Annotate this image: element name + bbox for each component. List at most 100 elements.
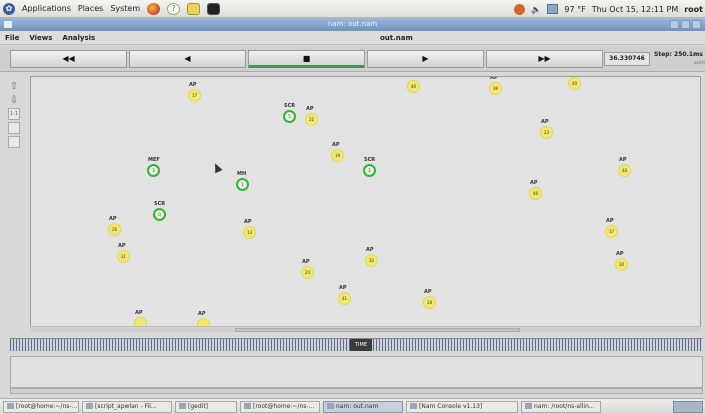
text-editor-icon[interactable] xyxy=(187,2,201,15)
step-label: Step: 250.1ms xyxy=(654,51,703,58)
fast-forward-button[interactable]: ▶▶ xyxy=(486,50,603,68)
access-point-node[interactable]: 28 xyxy=(423,296,436,309)
taskbar-item-label: [root@home:~/ns-... xyxy=(16,402,78,410)
menu-views[interactable]: Views xyxy=(24,34,57,42)
volume-icon[interactable]: 🔈 xyxy=(531,5,541,14)
taskbar-item[interactable]: [script_apwlan - Fil... xyxy=(82,400,172,413)
help-icon[interactable]: ? xyxy=(167,2,181,15)
timeline-slider[interactable]: TIME xyxy=(10,338,703,351)
access-point-node[interactable]: 26 xyxy=(108,223,121,236)
access-point-node[interactable]: 40 xyxy=(407,80,420,93)
mobile-node[interactable]: 5 xyxy=(283,110,296,123)
taskbar: [root@home:~/ns-... [script_apwlan - Fil.… xyxy=(0,398,705,414)
taskbar-item-label: [script_apwlan - Fil... xyxy=(95,402,157,410)
firefox-icon[interactable] xyxy=(147,2,161,15)
window-menu-icon[interactable] xyxy=(4,21,12,28)
node-label: AP xyxy=(306,106,314,112)
minimize-icon[interactable] xyxy=(670,20,679,29)
access-point-node[interactable]: 32 xyxy=(365,254,378,267)
node-label: AP xyxy=(616,251,624,257)
taskbar-item-label: [root@home:~/ns-... xyxy=(253,402,315,410)
stop-button[interactable]: ■ xyxy=(248,50,365,68)
access-point-node[interactable]: 48 xyxy=(618,164,631,177)
workspace-switcher[interactable] xyxy=(673,401,703,413)
mobile-node[interactable]: 3 xyxy=(147,164,160,177)
mobile-node[interactable]: 2 xyxy=(363,164,376,177)
window-title-bar[interactable]: nam: out.nam xyxy=(0,18,705,31)
zoom-out-icon[interactable]: ⇩ xyxy=(8,94,20,106)
taskbar-item[interactable]: [root@home:~/ns-... xyxy=(3,400,79,413)
taskbar-item[interactable]: nam: out.nam xyxy=(323,400,403,413)
access-point-node[interactable]: 24 xyxy=(301,266,314,279)
rewind-button[interactable]: ◀◀ xyxy=(10,50,127,68)
node-label: AP xyxy=(109,216,117,222)
zoom-tools: ⇧ ⇩ 1:1 xyxy=(8,80,22,150)
node-label: MH xyxy=(237,171,247,177)
node-label: AP xyxy=(339,285,347,291)
network-canvas[interactable]: AP 17 SCR 5 AP 22 40 AP 39 40 AP 23 AP 19 SCR 2 MEF 3 MH 1 A… xyxy=(30,76,701,328)
network-icon[interactable] xyxy=(547,4,559,14)
node-label: AP xyxy=(424,289,432,295)
terminal-icon[interactable] xyxy=(207,2,221,15)
weather-display[interactable]: 97 °F xyxy=(564,5,585,14)
applications-menu[interactable]: Applications xyxy=(22,4,71,13)
node-label: AP xyxy=(490,76,498,81)
maximize-icon[interactable] xyxy=(681,20,690,29)
taskbar-item[interactable]: nam: /root/ns-allin... xyxy=(521,400,601,413)
access-point-node[interactable]: 19 xyxy=(331,149,344,162)
gnome-foot-icon[interactable]: ✿ xyxy=(3,2,15,15)
zoom-reset-icon[interactable]: 1:1 xyxy=(8,108,20,120)
access-point-node[interactable]: 41 xyxy=(338,292,351,305)
horizontal-scrollbar[interactable] xyxy=(30,326,701,332)
taskbar-item[interactable]: [root@home:~/ns-... xyxy=(240,400,320,413)
places-menu[interactable]: Places xyxy=(78,4,103,13)
node-label: AP xyxy=(541,119,549,125)
access-point-node[interactable]: 40 xyxy=(568,77,581,90)
close-icon[interactable] xyxy=(692,20,701,29)
node-label: SCR xyxy=(284,103,296,109)
scrollbar-thumb[interactable] xyxy=(235,328,520,332)
node-label: AP xyxy=(619,157,627,163)
access-point-node[interactable]: 31 xyxy=(117,250,130,263)
step-control[interactable]: Step: 250.1ms auto xyxy=(652,50,705,68)
mouse-pointer-icon xyxy=(211,161,223,174)
clock[interactable]: Thu Oct 15, 12:11 PM xyxy=(592,5,679,14)
time-marker[interactable]: TIME xyxy=(350,339,372,351)
access-point-node[interactable]: 22 xyxy=(305,113,318,126)
access-point-node[interactable]: 23 xyxy=(540,126,553,139)
access-point-node[interactable]: 46 xyxy=(529,187,542,200)
taskbar-item[interactable]: [Nam Console v1.13] xyxy=(406,400,518,413)
step-back-button[interactable]: ◀ xyxy=(129,50,246,68)
access-point-node[interactable]: 39 xyxy=(489,82,502,95)
update-notifier-icon[interactable] xyxy=(514,3,526,15)
window-icon xyxy=(244,403,251,409)
node-label: AP xyxy=(135,310,143,316)
menu-analysis[interactable]: Analysis xyxy=(57,34,100,42)
mobile-node[interactable]: 1 xyxy=(236,178,249,191)
node-label: AP xyxy=(332,142,340,148)
system-menu[interactable]: System xyxy=(110,4,140,13)
zoom-in-icon[interactable]: ⇧ xyxy=(8,80,20,92)
node-label: AP xyxy=(530,180,538,186)
taskbar-item[interactable]: [gedit] xyxy=(175,400,237,413)
mobile-node[interactable]: 0 xyxy=(153,208,166,221)
node-label: AP xyxy=(189,82,197,88)
access-point-node[interactable]: 13 xyxy=(243,226,256,239)
annotation-scrollbar[interactable] xyxy=(10,388,703,394)
node-label: AP xyxy=(244,219,252,225)
play-button[interactable]: ▶ xyxy=(367,50,484,68)
menu-bar: File Views Analysis out.nam xyxy=(0,31,705,45)
window-icon xyxy=(179,403,186,409)
node-label: AP xyxy=(118,243,126,249)
menu-file[interactable]: File xyxy=(0,34,24,42)
node-label: MEF xyxy=(148,157,160,163)
annotation-panel[interactable] xyxy=(10,356,703,388)
access-point-node[interactable]: 30 xyxy=(615,258,628,271)
tool-toggle-1[interactable] xyxy=(8,122,20,134)
window-icon xyxy=(7,403,14,409)
access-point-node[interactable]: 17 xyxy=(188,89,201,102)
access-point-node[interactable]: 37 xyxy=(605,225,618,238)
window-icon xyxy=(525,403,532,409)
tool-toggle-2[interactable] xyxy=(8,136,20,148)
user-name[interactable]: root xyxy=(684,5,703,14)
